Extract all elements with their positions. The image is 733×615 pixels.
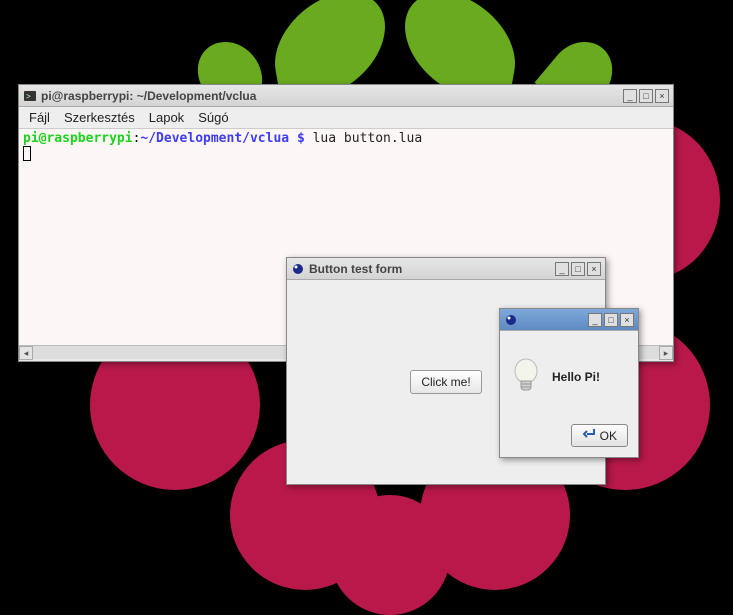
menu-tabs[interactable]: Lapok xyxy=(149,110,184,125)
terminal-titlebar[interactable]: > pi@raspberrypi: ~/Development/vclua _ … xyxy=(19,85,673,107)
application-icon xyxy=(504,313,518,327)
form-title: Button test form xyxy=(309,262,551,276)
ok-button[interactable]: OK xyxy=(571,424,628,447)
maximize-button[interactable]: □ xyxy=(571,262,585,276)
terminal-window-controls: _ □ × xyxy=(623,89,669,103)
terminal-menubar: Fájl Szerkesztés Lapok Súgó xyxy=(19,107,673,129)
scroll-left-button[interactable]: ◂ xyxy=(19,346,33,360)
form-window-controls: _ □ × xyxy=(555,262,601,276)
dialog-client-area: Hello Pi! OK xyxy=(500,331,638,457)
terminal-title: pi@raspberrypi: ~/Development/vclua xyxy=(41,89,619,103)
svg-text:>: > xyxy=(26,92,31,101)
scroll-right-button[interactable]: ▸ xyxy=(659,346,673,360)
terminal-line: pi@raspberrypi:~/Development/vclua $ lua… xyxy=(23,131,669,146)
dialog-button-bar: OK xyxy=(510,424,628,447)
return-icon xyxy=(582,428,596,443)
minimize-button[interactable]: _ xyxy=(555,262,569,276)
lightbulb-icon xyxy=(510,357,542,397)
menu-help[interactable]: Súgó xyxy=(198,110,228,125)
dialog-content: Hello Pi! xyxy=(510,341,628,412)
dialog-message: Hello Pi! xyxy=(552,370,600,384)
prompt-dollar: $ xyxy=(289,131,312,146)
prompt-userhost: pi@raspberrypi xyxy=(23,131,133,146)
menu-edit[interactable]: Szerkesztés xyxy=(64,110,135,125)
form-titlebar[interactable]: Button test form _ □ × xyxy=(287,258,605,280)
maximize-button[interactable]: □ xyxy=(604,313,618,327)
prompt-path: ~/Development/vclua xyxy=(140,131,289,146)
dialog-titlebar[interactable]: _ □ × xyxy=(500,309,638,331)
terminal-cursor xyxy=(23,146,31,161)
menu-file[interactable]: Fájl xyxy=(29,110,50,125)
maximize-button[interactable]: □ xyxy=(639,89,653,103)
close-button[interactable]: × xyxy=(620,313,634,327)
application-icon xyxy=(291,262,305,276)
prompt-command: lua button.lua xyxy=(313,131,423,146)
close-button[interactable]: × xyxy=(587,262,601,276)
minimize-button[interactable]: _ xyxy=(623,89,637,103)
minimize-button[interactable]: _ xyxy=(588,313,602,327)
message-dialog-window: _ □ × Hello Pi! OK xyxy=(499,308,639,458)
dialog-window-controls: _ □ × xyxy=(588,313,634,327)
close-button[interactable]: × xyxy=(655,89,669,103)
click-me-button[interactable]: Click me! xyxy=(410,370,481,394)
terminal-icon: > xyxy=(23,89,37,103)
ok-button-label: OK xyxy=(600,429,617,443)
